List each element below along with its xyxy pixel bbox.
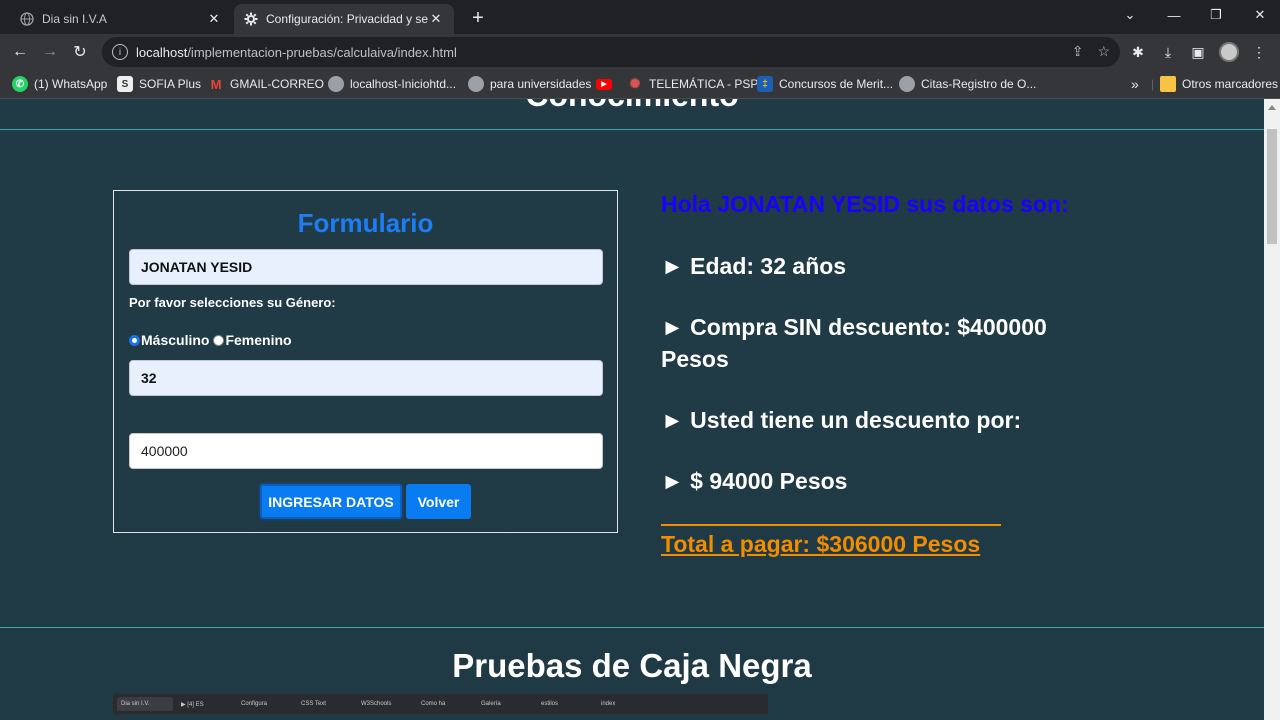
name-input[interactable]	[129, 249, 603, 285]
extensions-icon[interactable]: ✱	[1128, 42, 1148, 62]
youtube-icon: ▶	[596, 78, 612, 90]
tab-configuracion[interactable]: Configuración: Privacidad y segu ✕	[234, 4, 454, 34]
tab-title: Configuración: Privacidad y segu	[266, 12, 428, 26]
telematica-icon: ✺	[629, 76, 641, 91]
scroll-up-arrow-icon[interactable]	[1268, 105, 1276, 110]
url-path: /implementacion-pruebas/calculaiva/index…	[187, 44, 457, 60]
mini-tab: estilos	[541, 701, 559, 707]
embedded-screenshot-strip: Dia sin I.V. ▶ [4] ES Configura CSS Text…	[113, 694, 768, 714]
bookmark-gmail[interactable]: M GMAIL-CORREO	[208, 75, 324, 93]
gear-icon	[244, 12, 258, 26]
radio-femenino[interactable]	[213, 334, 225, 346]
bookmark-telematica[interactable]: ✺ TELEMÁTICA - PSP	[627, 75, 759, 93]
close-window-button[interactable]: ✕	[1238, 4, 1280, 26]
minimize-button[interactable]: —	[1152, 4, 1196, 26]
gender-prompt: Por favor selecciones su Género:	[129, 295, 336, 310]
forward-arrow-icon[interactable]: →	[38, 40, 62, 64]
section-title: Pruebas de Caja Negra	[452, 647, 812, 684]
bookmark-localhost[interactable]: localhost-Iniciohtd...	[328, 75, 456, 93]
mini-tab: Configura	[241, 701, 268, 707]
menu-kebab-icon[interactable]: ⋮	[1249, 42, 1269, 62]
url-host: localhost	[136, 44, 188, 60]
bookmark-sofia-plus[interactable]: S SOFIA Plus	[117, 75, 201, 93]
age-input[interactable]	[129, 360, 603, 396]
tab-dia-sin-iva[interactable]: Dia sin I.V.A ✕	[10, 4, 232, 34]
form-title: Formulario	[297, 208, 434, 238]
form-panel: Formulario Por favor selecciones su Géne…	[113, 190, 618, 533]
purchase-result: ► Compra SIN descuento: $400000 Pesos	[661, 314, 1047, 372]
scrollbar-thumb[interactable]	[1267, 129, 1277, 244]
address-bar[interactable]: i localhost/implementacion-pruebas/calcu…	[102, 37, 1120, 67]
back-button[interactable]: Volver	[406, 484, 471, 519]
tab-search-icon[interactable]: ⌄	[1108, 4, 1152, 26]
avatar[interactable]	[1219, 42, 1239, 62]
bookmark-youtube[interactable]: ▶	[596, 75, 618, 93]
bookmarks-divider: |	[1151, 77, 1155, 91]
reload-icon[interactable]: ↻	[68, 40, 92, 64]
close-icon[interactable]: ✕	[428, 11, 444, 27]
globe-icon	[468, 76, 484, 92]
radio-femenino-label[interactable]: Femenino	[225, 332, 291, 348]
sofia-icon: S	[117, 76, 133, 92]
info-icon[interactable]: i	[112, 44, 128, 60]
mini-tab: Dia sin I.V.	[117, 697, 173, 711]
mini-tab: ▶ [4] ES	[181, 701, 204, 708]
gender-radio-group: Másculino Femenino	[129, 332, 292, 348]
total-divider	[661, 524, 1001, 526]
whatsapp-icon: ✆	[12, 76, 28, 92]
section-divider	[0, 627, 1264, 628]
close-icon[interactable]: ✕	[206, 11, 222, 27]
bookmarks-overflow-button[interactable]: »	[1131, 75, 1139, 93]
browser-toolbar: ← → ↻ i localhost/implementacion-pruebas…	[0, 34, 1280, 70]
radio-masculino-label[interactable]: Másculino	[141, 332, 209, 348]
side-panel-icon[interactable]: ▣	[1188, 42, 1208, 62]
tab-title: Dia sin I.V.A	[42, 12, 107, 26]
greeting-text: Hola JONATAN YESID sus datos son:	[661, 191, 1069, 217]
mini-tab: Como ha	[421, 701, 446, 707]
globe-icon	[20, 12, 34, 26]
other-bookmarks[interactable]: Otros marcadores	[1160, 75, 1278, 93]
vertical-scrollbar[interactable]	[1264, 99, 1280, 720]
mini-tab: CSS Text	[301, 701, 326, 707]
globe-icon	[899, 76, 915, 92]
discount-amount: ► $ 94000 Pesos	[661, 468, 848, 494]
bookmark-whatsapp[interactable]: ✆ (1) WhatsApp	[12, 75, 107, 93]
mini-tab: W3Schools	[361, 701, 392, 707]
mini-tab: index	[601, 701, 616, 707]
amount-input[interactable]	[129, 433, 603, 469]
page-viewport: Conocimiento Formulario Por favor selecc…	[0, 99, 1264, 720]
tab-strip: Dia sin I.V.A ✕ Configuración: Privacida…	[0, 0, 1280, 34]
download-icon[interactable]: ⤓	[1158, 42, 1178, 62]
restore-button[interactable]: ❐	[1194, 4, 1238, 26]
back-arrow-icon[interactable]: ←	[8, 40, 32, 64]
total-to-pay: Total a pagar: $306000 Pesos	[661, 531, 981, 557]
mini-tab: Galería	[481, 701, 501, 707]
globe-icon	[328, 76, 344, 92]
submit-button[interactable]: INGRESAR DATOS	[260, 484, 402, 519]
folder-icon	[1160, 76, 1176, 92]
share-icon[interactable]: ⇪	[1072, 43, 1084, 60]
discount-label: ► Usted tiene un descuento por:	[661, 407, 1022, 433]
bookmark-citas[interactable]: Citas-Registro de O...	[899, 75, 1036, 93]
gmail-icon: M	[210, 76, 222, 92]
concursos-icon: ‡	[757, 76, 773, 92]
new-tab-button[interactable]: +	[466, 6, 490, 30]
bookmark-universidades[interactable]: para universidades	[468, 75, 591, 93]
age-result: ► Edad: 32 años	[661, 253, 847, 279]
section-divider	[0, 129, 1264, 130]
bookmark-concursos[interactable]: ‡ Concursos de Merit...	[757, 75, 893, 93]
radio-masculino[interactable]	[129, 334, 140, 346]
cut-off-heading: Conocimiento	[0, 99, 1264, 114]
bookmarks-bar: ✆ (1) WhatsApp S SOFIA Plus M GMAIL-CORR…	[0, 70, 1280, 99]
star-icon[interactable]: ☆	[1097, 43, 1110, 60]
